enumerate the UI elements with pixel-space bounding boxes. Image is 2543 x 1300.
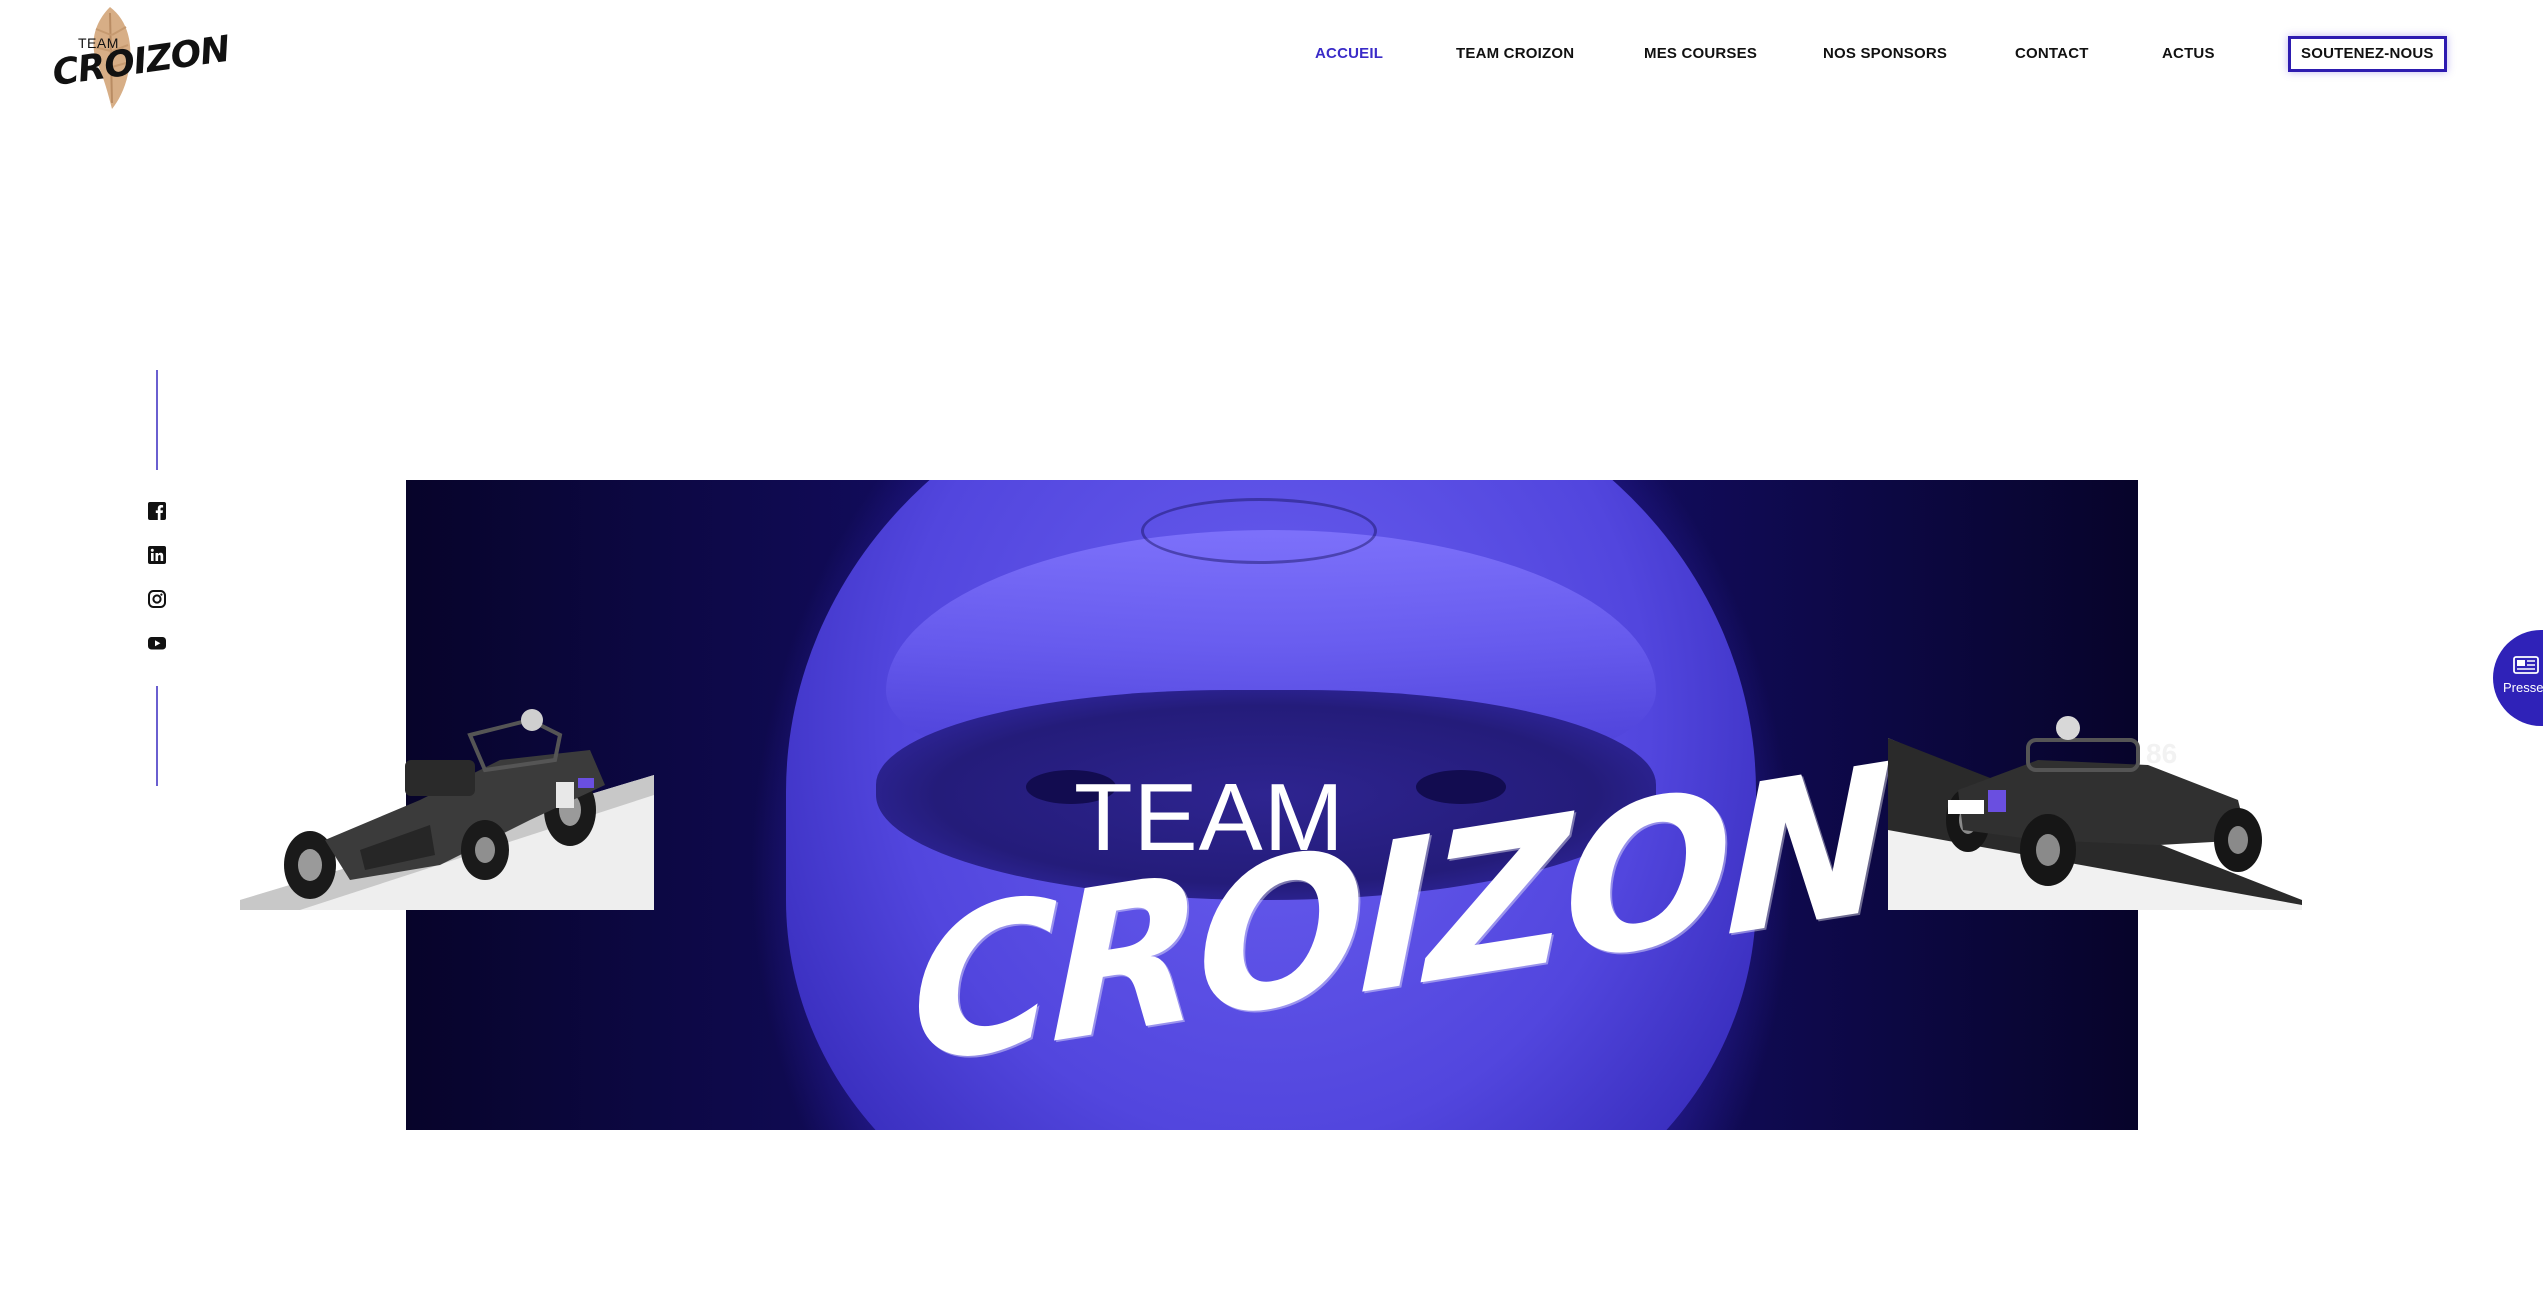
press-tab[interactable]: Presse	[2493, 630, 2543, 726]
press-label: Presse	[2503, 680, 2543, 695]
nav-contact[interactable]: CONTACT	[2015, 33, 2089, 75]
youtube-icon[interactable]	[148, 634, 166, 652]
nav-mes-courses[interactable]: MES COURSES	[1644, 33, 1757, 75]
bell-helmets-badge	[1141, 498, 1377, 564]
soutenez-nous-button[interactable]: SOUTENEZ-NOUS	[2288, 36, 2447, 72]
social-divider-bottom	[156, 686, 158, 786]
facebook-icon[interactable]	[148, 502, 166, 520]
social-divider-top	[156, 370, 158, 470]
nav-accueil[interactable]: ACCUEIL	[1315, 33, 1383, 75]
hero-banner: TEAM CROIZON	[406, 480, 2138, 1130]
nav-actus[interactable]: ACTUS	[2162, 33, 2215, 75]
newspaper-icon	[2513, 656, 2539, 674]
race-car-image-left	[240, 709, 654, 910]
race-car-image-right: 86	[1888, 716, 2302, 910]
car-number-right: 86	[2146, 738, 2177, 769]
main-nav: ACCUEIL TEAM CROIZON MES COURSES NOS SPO…	[1290, 33, 2543, 75]
instagram-icon[interactable]	[148, 590, 166, 608]
nav-nos-sponsors[interactable]: NOS SPONSORS	[1823, 33, 1947, 75]
nav-team-croizon[interactable]: TEAM CROIZON	[1456, 33, 1574, 75]
team-croizon-logo[interactable]: TEAM CROIZON	[50, 5, 232, 110]
linkedin-icon[interactable]	[148, 546, 166, 564]
